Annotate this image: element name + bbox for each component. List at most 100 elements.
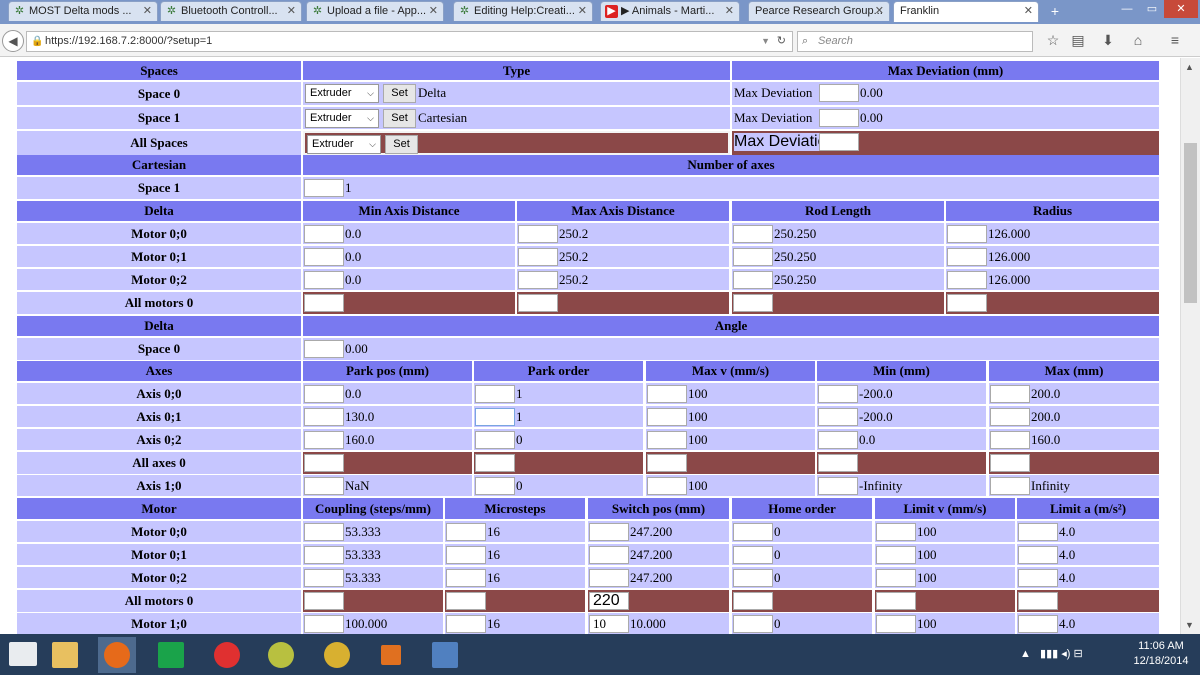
- value-input[interactable]: [876, 615, 916, 633]
- value-input[interactable]: [475, 477, 515, 495]
- value-input[interactable]: [818, 385, 858, 403]
- value-input[interactable]: [304, 271, 344, 289]
- value-input[interactable]: [304, 408, 344, 426]
- value-input[interactable]: [446, 592, 486, 610]
- value-input[interactable]: [733, 592, 773, 610]
- close-tab-icon[interactable]: ✕: [875, 2, 884, 20]
- reload-icon[interactable]: ↻: [777, 32, 786, 51]
- tab-6[interactable]: Pearce Research Group... ✕: [748, 1, 890, 21]
- set-button[interactable]: Set: [383, 109, 416, 128]
- value-input[interactable]: [647, 477, 687, 495]
- value-input[interactable]: [589, 523, 629, 541]
- value-input[interactable]: [876, 546, 916, 564]
- value-input[interactable]: [304, 615, 344, 633]
- value-input[interactable]: [818, 477, 858, 495]
- tab-4[interactable]: ✲ Editing Help:Creati... ✕: [453, 1, 593, 21]
- value-input[interactable]: [647, 385, 687, 403]
- value-input[interactable]: [304, 248, 344, 266]
- scrollbar[interactable]: ▲ ▼: [1180, 58, 1200, 634]
- value-input[interactable]: [446, 546, 486, 564]
- value-input[interactable]: [733, 225, 773, 243]
- value-input[interactable]: [876, 523, 916, 541]
- value-input[interactable]: [589, 569, 629, 587]
- chrome-icon[interactable]: [318, 637, 356, 673]
- value-input[interactable]: [876, 569, 916, 587]
- minimize-button[interactable]: —: [1114, 0, 1140, 18]
- value-input[interactable]: [947, 294, 987, 312]
- close-tab-icon[interactable]: ✕: [143, 2, 152, 20]
- value-input[interactable]: [733, 248, 773, 266]
- value-input[interactable]: [818, 408, 858, 426]
- scrollbar-thumb[interactable]: [1184, 143, 1197, 303]
- value-input[interactable]: [446, 615, 486, 633]
- value-input[interactable]: [475, 454, 515, 472]
- value-input[interactable]: [1018, 523, 1058, 541]
- value-input[interactable]: [518, 271, 558, 289]
- tab-5[interactable]: ▶ ▶ Animals - Marti... ✕: [600, 1, 740, 21]
- download-icon[interactable]: ⬇: [1098, 32, 1118, 49]
- maximize-button[interactable]: ▭: [1139, 0, 1165, 18]
- value-input[interactable]: [818, 454, 858, 472]
- new-tab-button[interactable]: +: [1044, 2, 1066, 20]
- value-input[interactable]: [947, 225, 987, 243]
- value-input[interactable]: [990, 385, 1030, 403]
- back-button[interactable]: ◀: [2, 30, 24, 52]
- menu-icon[interactable]: ≡: [1165, 32, 1185, 48]
- bookmarks-icon[interactable]: ▤: [1068, 32, 1088, 49]
- value-input[interactable]: [1018, 615, 1058, 633]
- close-window-button[interactable]: ✕: [1164, 0, 1198, 18]
- tab-1[interactable]: ✲ MOST Delta mods ... ✕: [8, 1, 158, 21]
- network-app-icon[interactable]: [426, 637, 464, 673]
- value-input[interactable]: [304, 179, 344, 197]
- max-deviation-input[interactable]: [819, 84, 859, 102]
- value-input[interactable]: [304, 569, 344, 587]
- type-select[interactable]: Extruder ⌵: [307, 135, 381, 154]
- value-input[interactable]: [990, 408, 1030, 426]
- tab-2[interactable]: ✲ Bluetooth Controll... ✕: [160, 1, 302, 21]
- value-input[interactable]: [518, 294, 558, 312]
- close-tab-icon[interactable]: ✕: [1024, 2, 1033, 20]
- value-input[interactable]: [733, 569, 773, 587]
- value-input[interactable]: [733, 294, 773, 312]
- max-deviation-input[interactable]: [819, 109, 859, 127]
- value-input[interactable]: [733, 523, 773, 541]
- value-input[interactable]: [446, 569, 486, 587]
- value-input[interactable]: [990, 477, 1030, 495]
- value-input[interactable]: [304, 546, 344, 564]
- value-input[interactable]: [304, 294, 344, 312]
- value-input[interactable]: [1018, 592, 1058, 610]
- value-input[interactable]: [947, 271, 987, 289]
- store-icon[interactable]: [152, 637, 190, 673]
- type-select[interactable]: Extruder ⌵: [305, 109, 379, 128]
- type-select[interactable]: Extruder ⌵: [305, 84, 379, 103]
- value-input[interactable]: [818, 431, 858, 449]
- set-button[interactable]: Set: [385, 135, 418, 154]
- url-field[interactable]: 🔒 https://192.168.7.2:8000/?setup=1 ▼ ↻: [26, 31, 793, 52]
- pdf-app-icon[interactable]: [208, 637, 246, 673]
- value-input[interactable]: [947, 248, 987, 266]
- scroll-down-icon[interactable]: ▼: [1185, 620, 1194, 630]
- value-input[interactable]: [1018, 569, 1058, 587]
- value-input[interactable]: [589, 546, 629, 564]
- value-input[interactable]: [1018, 546, 1058, 564]
- value-input[interactable]: [518, 225, 558, 243]
- app-icon[interactable]: [262, 637, 300, 673]
- value-input[interactable]: [518, 248, 558, 266]
- bookmark-star-icon[interactable]: ☆: [1043, 32, 1063, 49]
- tab-7[interactable]: Franklin ✕: [893, 1, 1039, 22]
- value-input[interactable]: [304, 592, 344, 610]
- system-tray[interactable]: ▲ ▮▮▮ ◂) ⊟: [1020, 647, 1083, 660]
- value-input[interactable]: [990, 454, 1030, 472]
- value-input[interactable]: [304, 454, 344, 472]
- value-input[interactable]: [304, 340, 344, 358]
- value-input[interactable]: [475, 385, 515, 403]
- firefox-icon[interactable]: [98, 637, 136, 673]
- apps-grid-icon[interactable]: [372, 637, 410, 673]
- value-input[interactable]: [446, 523, 486, 541]
- value-input[interactable]: [733, 271, 773, 289]
- set-button[interactable]: Set: [383, 84, 416, 103]
- dropdown-icon[interactable]: ▼: [761, 32, 770, 51]
- max-deviation-input[interactable]: [819, 133, 859, 151]
- close-tab-icon[interactable]: ✕: [725, 2, 734, 20]
- value-input[interactable]: [733, 546, 773, 564]
